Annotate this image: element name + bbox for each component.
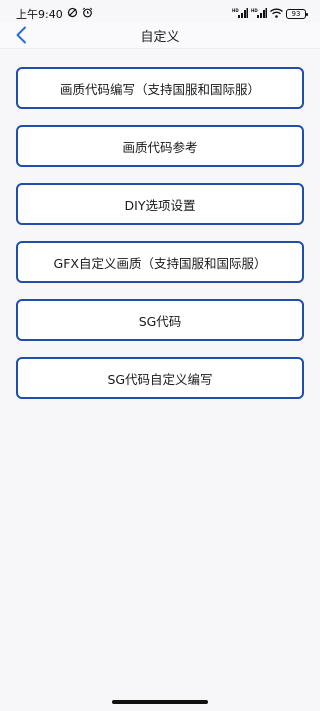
graphics-code-edit-button[interactable]: 画质代码编写（支持国服和国际服）: [16, 67, 304, 109]
battery-level: 93: [291, 9, 301, 18]
diy-settings-button[interactable]: DIY选项设置: [16, 183, 304, 225]
signal-icon-1: HD: [232, 7, 248, 21]
wifi-icon: [270, 8, 283, 21]
sg-code-button[interactable]: SG代码: [16, 299, 304, 341]
menu-button-label: GFX自定义画质（支持国服和国际服）: [53, 255, 267, 271]
menu-button-label: SG代码自定义编写: [107, 371, 213, 387]
screen: 上午9:40 HD HD 93 自定义 画质代码编写（支持国服和国际服） 画质代…: [0, 0, 320, 711]
status-right: HD HD 93: [232, 7, 308, 21]
graphics-code-reference-button[interactable]: 画质代码参考: [16, 125, 304, 167]
nav-bar: 自定义: [0, 22, 320, 49]
menu-button-label: SG代码: [138, 313, 182, 329]
svg-text:HD: HD: [232, 8, 239, 13]
app-notification-icon: [67, 7, 78, 21]
status-left: 上午9:40: [16, 6, 93, 22]
svg-text:HD: HD: [251, 8, 258, 13]
back-button[interactable]: [10, 24, 32, 46]
status-time: 上午9:40: [16, 8, 63, 21]
gfx-custom-graphics-button[interactable]: GFX自定义画质（支持国服和国际服）: [16, 241, 304, 283]
home-indicator[interactable]: [112, 700, 208, 704]
battery-icon: 93: [286, 9, 308, 19]
menu-list: 画质代码编写（支持国服和国际服） 画质代码参考 DIY选项设置 GFX自定义画质…: [16, 67, 304, 415]
menu-button-label: DIY选项设置: [124, 197, 196, 213]
signal-icon-2: HD: [251, 7, 267, 21]
chevron-left-icon: [16, 26, 26, 44]
page-title: 自定义: [140, 29, 180, 45]
sg-code-custom-edit-button[interactable]: SG代码自定义编写: [16, 357, 304, 399]
menu-button-label: 画质代码编写（支持国服和国际服）: [59, 81, 260, 97]
alarm-clock-icon: [82, 7, 93, 21]
menu-button-label: 画质代码参考: [122, 139, 198, 155]
